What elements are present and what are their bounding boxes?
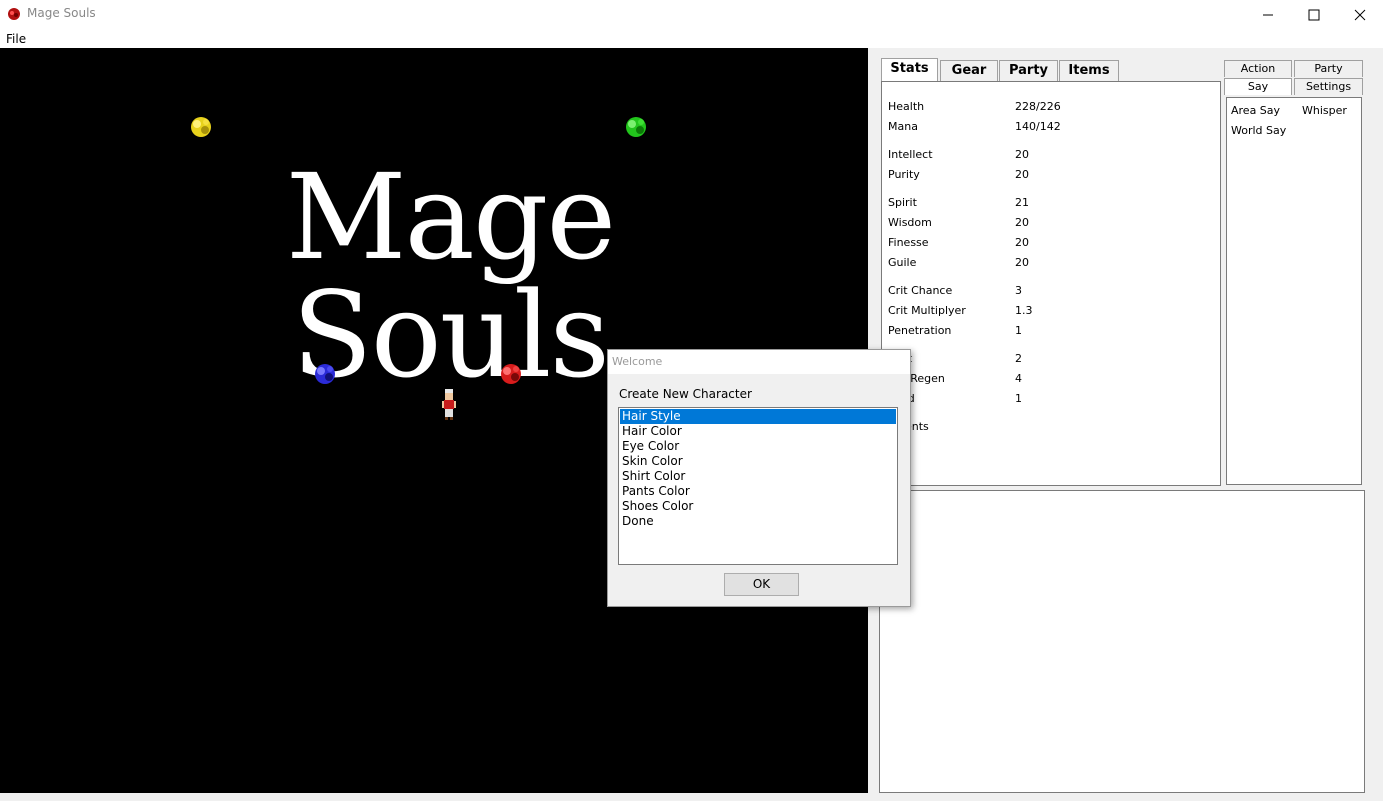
character-option-list[interactable]: Hair Style Hair Color Eye Color Skin Col… bbox=[618, 407, 898, 565]
stat-label: Crit Multiplyer bbox=[888, 304, 966, 317]
stats-panel: Health 228/226 Mana 140/142 Intellect 20… bbox=[881, 81, 1221, 486]
stat-label: Penetration bbox=[888, 324, 952, 337]
tab-settings[interactable]: Settings bbox=[1294, 78, 1363, 95]
list-item[interactable]: Hair Color bbox=[620, 424, 896, 439]
close-button[interactable] bbox=[1337, 0, 1383, 30]
message-log[interactable] bbox=[879, 490, 1365, 793]
world-say-option[interactable]: World Say bbox=[1231, 124, 1286, 137]
menu-bar: File bbox=[0, 30, 1383, 48]
maximize-icon bbox=[1308, 9, 1320, 21]
dialog-title: Welcome bbox=[612, 355, 663, 368]
ok-button[interactable]: OK bbox=[724, 573, 799, 596]
stat-label: Mana bbox=[888, 120, 918, 133]
tab-say[interactable]: Say bbox=[1224, 78, 1292, 95]
list-item[interactable]: Shirt Color bbox=[620, 469, 896, 484]
stat-value: 20 bbox=[1015, 148, 1029, 161]
yellow-orb-icon bbox=[191, 117, 211, 137]
blue-orb-icon bbox=[315, 364, 335, 384]
area-say-option[interactable]: Area Say bbox=[1231, 104, 1280, 117]
list-item[interactable]: Eye Color bbox=[620, 439, 896, 454]
list-item[interactable]: Skin Color bbox=[620, 454, 896, 469]
title-bar: Mage Souls bbox=[0, 0, 1383, 30]
welcome-dialog: Welcome Create New Character Hair Style … bbox=[607, 349, 911, 607]
minimize-button[interactable] bbox=[1245, 0, 1291, 30]
stat-value: 1.3 bbox=[1015, 304, 1033, 317]
stat-label: Intellect bbox=[888, 148, 933, 161]
whisper-option[interactable]: Whisper bbox=[1302, 104, 1347, 117]
chat-options-panel: Area Say Whisper World Say bbox=[1226, 97, 1362, 485]
tab-party[interactable]: Party bbox=[999, 60, 1058, 82]
stat-label: Health bbox=[888, 100, 925, 113]
maximize-button[interactable] bbox=[1291, 0, 1337, 30]
bottom-border bbox=[0, 793, 1383, 801]
stat-value: 228/226 bbox=[1015, 100, 1061, 113]
stat-label: Finesse bbox=[888, 236, 929, 249]
stat-value: 2 bbox=[1015, 352, 1022, 365]
green-orb-icon bbox=[626, 117, 646, 137]
tab-chat-party[interactable]: Party bbox=[1294, 60, 1363, 77]
dialog-prompt: Create New Character bbox=[619, 387, 752, 401]
list-item[interactable]: Hair Style bbox=[620, 409, 896, 424]
tab-action[interactable]: Action bbox=[1224, 60, 1292, 77]
stat-value: 4 bbox=[1015, 372, 1022, 385]
app-icon bbox=[8, 8, 20, 20]
close-icon bbox=[1354, 9, 1366, 21]
stat-value: 21 bbox=[1015, 196, 1029, 209]
player-character-icon bbox=[442, 389, 456, 420]
tab-stats[interactable]: Stats bbox=[881, 58, 938, 82]
list-item[interactable]: Done bbox=[620, 514, 896, 529]
stat-value: 20 bbox=[1015, 216, 1029, 229]
stat-label: Guile bbox=[888, 256, 917, 269]
stat-value: 1 bbox=[1015, 392, 1022, 405]
stat-label: Wisdom bbox=[888, 216, 932, 229]
stat-label: Spirit bbox=[888, 196, 917, 209]
minimize-icon bbox=[1263, 14, 1273, 16]
stat-value: 1 bbox=[1015, 324, 1022, 337]
menu-file[interactable]: File bbox=[6, 32, 26, 46]
red-orb-icon bbox=[501, 364, 521, 384]
stat-label: Purity bbox=[888, 168, 920, 181]
stat-label: Crit Chance bbox=[888, 284, 953, 297]
tab-gear[interactable]: Gear bbox=[940, 60, 998, 82]
list-item[interactable]: Pants Color bbox=[620, 484, 896, 499]
stat-value: 20 bbox=[1015, 236, 1029, 249]
dialog-title-bar[interactable]: Welcome bbox=[608, 350, 910, 374]
list-item[interactable]: Shoes Color bbox=[620, 499, 896, 514]
stat-value: 20 bbox=[1015, 168, 1029, 181]
stat-value: 140/142 bbox=[1015, 120, 1061, 133]
tab-items[interactable]: Items bbox=[1059, 60, 1119, 82]
window-title: Mage Souls bbox=[27, 6, 96, 20]
stat-value: 3 bbox=[1015, 284, 1022, 297]
stat-value: 20 bbox=[1015, 256, 1029, 269]
